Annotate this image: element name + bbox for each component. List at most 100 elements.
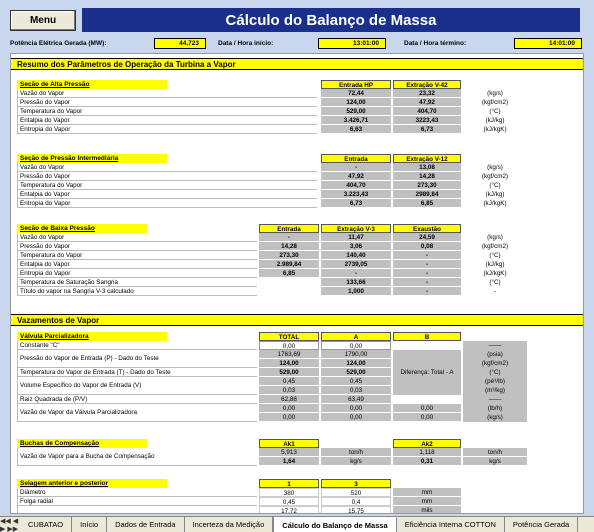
inter-row-unit: (kJ/kgK): [483, 200, 507, 207]
tab-list: CUBATAO Início Dados de Entrada Incerteza d…: [20, 517, 579, 532]
baixa-row-unit: (kg/s): [487, 234, 503, 241]
selagem-col1: 1: [259, 479, 319, 488]
diferenca-note: Diferença: Total - A: [393, 350, 461, 395]
alta-row-v1: 6,63: [321, 125, 391, 134]
constante-unit: ——: [463, 341, 527, 350]
buchas-r1-u1: ton/h: [321, 448, 391, 457]
vazao-r2-b: 0,00: [393, 413, 461, 422]
vazamentos-band: Vazamentos de Vapor: [11, 314, 583, 326]
alta-row-v2: 404,70: [393, 107, 461, 116]
selagem-row-v2[interactable]: 520: [321, 488, 391, 497]
baixa-row-v3: -: [393, 287, 461, 296]
alta-row-unit: (kJ/kgK): [483, 126, 507, 133]
inter-row-v1: 404,70: [321, 181, 391, 190]
volume-r2-total: 0,03: [259, 386, 319, 395]
baixa-row-label: Pressão do Vapor: [17, 242, 257, 251]
tab-1[interactable]: Início: [72, 517, 108, 532]
selagem-row-v2[interactable]: 15,75: [321, 506, 391, 513]
pressao-r2-a: 124,00: [321, 359, 391, 368]
inter-row-label: Entropia do Vapor: [17, 199, 317, 208]
termino-value[interactable]: 14:01:00: [514, 38, 582, 49]
alta-row-v2: 6,73: [393, 125, 461, 134]
potencia-value[interactable]: 44,723: [154, 38, 206, 49]
inter-row-v2: 14,28: [393, 172, 461, 181]
tab-scroll-arrows[interactable]: ◀◀ ◀ ▶ ▶▶: [0, 517, 20, 532]
constante-label: Constante "C": [17, 341, 257, 350]
selagem-row-v1[interactable]: 380: [259, 488, 319, 497]
valvula-col-total: TOTAL: [259, 332, 319, 341]
baixa-row-v1: -: [259, 233, 319, 242]
temp-total: 529,00: [259, 368, 319, 377]
alta-row-label: Pressão do Vapor: [17, 98, 317, 107]
tab-6[interactable]: Potência Gerada: [504, 517, 579, 532]
volume-r1-unit: (pé³/lb): [463, 377, 527, 386]
baixa-row-unit: (kJ/kg): [485, 261, 505, 268]
alta-row-v2: 47,92: [393, 98, 461, 107]
inter-col1: Entrada: [321, 154, 391, 163]
baixa-row-v3: -: [393, 251, 461, 260]
tab-2[interactable]: Dados de Entrada: [107, 517, 185, 532]
alta-row-unit: (kgf/cm2): [481, 99, 509, 106]
page-title: Cálculo do Balanço de Massa: [82, 8, 580, 32]
alta-row-unit: (°C): [489, 108, 501, 115]
alta-row-label: Vazão do Vapor: [17, 89, 317, 98]
vazao-r2-a: 0,00: [321, 413, 391, 422]
baixa-row-v1: 6,85: [259, 269, 319, 278]
buchas-title: Buchas de Compensação: [17, 439, 147, 448]
selagem-row-label: [17, 506, 257, 513]
raiz-label: Raiz Quadrada de (P/V): [17, 395, 257, 404]
baixa-row-v3: -: [393, 269, 461, 278]
selagem-row-label: Folga radial: [17, 497, 257, 506]
inter-row-v1: 6,73: [321, 199, 391, 208]
constante-total[interactable]: 0,00: [259, 341, 319, 350]
inter-row-v2: 273,30: [393, 181, 461, 190]
pressao-r1-unit: (psia): [463, 350, 527, 359]
inter-row-label: Pressão do Vapor: [17, 172, 317, 181]
inter-row-v2: 2989,84: [393, 190, 461, 199]
selagem-row-v2[interactable]: 0,4: [321, 497, 391, 506]
inter-row-label: Entalpia do Vapor: [17, 190, 317, 199]
sheet-tab-bar: ◀◀ ◀ ▶ ▶▶ CUBATAO Início Dados de Entrada I…: [0, 516, 594, 532]
baixa-row-v2: 3,06: [321, 242, 391, 251]
valvula-title: Válvula Parcializadora: [17, 332, 167, 341]
inter-row-label: Vazão do Vapor: [17, 163, 317, 172]
constante-a[interactable]: 0,00: [321, 341, 391, 350]
volume-r1-a: 0,45: [321, 377, 391, 386]
alta-row-label: Temperatura do Vapor: [17, 107, 317, 116]
alta-row-v1: 529,00: [321, 107, 391, 116]
selagem-row-unit: mm: [393, 497, 461, 506]
inter-row-v2: 13,08: [393, 163, 461, 172]
selagem-row-v1[interactable]: 0,45: [259, 497, 319, 506]
alta-row-label: Entalpia do Vapor: [17, 116, 317, 125]
alta-row-unit: (kJ/kg): [485, 117, 505, 124]
menu-button[interactable]: Menu: [10, 10, 76, 31]
baixa-row-v2: 140,40: [321, 251, 391, 260]
buchas-r1-v2: 1,118: [393, 448, 461, 457]
tab-0[interactable]: CUBATAO: [20, 517, 73, 532]
baixa-row-unit: (°C): [489, 279, 501, 286]
tab-4[interactable]: Cálculo do Balanço de Massa: [273, 517, 397, 532]
volume-r2-a: 0,03: [321, 386, 391, 395]
alta-row-v2: 3223,43: [393, 116, 461, 125]
baixa-row-v2: 1,000: [321, 287, 391, 296]
volume-label: Volume Específico do Vapor de Entrada (V…: [17, 377, 257, 395]
vazao-r1-a: 0,00: [321, 404, 391, 413]
tab-5[interactable]: Eficiência Interna COTTON: [396, 517, 505, 532]
selagem-row-v1[interactable]: 17,72: [259, 506, 319, 513]
inicio-value[interactable]: 13:01:00: [318, 38, 386, 49]
temp-label: Temperatura do Vapor de Entrada (T) - Da…: [17, 368, 257, 377]
alta-row-v2: 23,32: [393, 89, 461, 98]
buchas-label: Vazão de Vapor para a Bucha de Compensaç…: [17, 448, 257, 466]
tab-3[interactable]: Incerteza da Medição: [184, 517, 274, 532]
buchas-col2: Ak2: [393, 439, 461, 448]
baixa-row-v1: 2.989,84: [259, 260, 319, 269]
vazao-r2-total: 0,00: [259, 413, 319, 422]
baixa-row-label: Entropia do Vapor: [17, 269, 257, 278]
baixa-row-unit: (°C): [489, 252, 501, 259]
baixa-row-v1: 14,28: [259, 242, 319, 251]
inter-title: Seção de Pressão Intermediária: [17, 154, 167, 163]
alta-row-v1: 72,44: [321, 89, 391, 98]
inter-row-unit: (kJ/kg): [485, 191, 505, 198]
inter-row-unit: (kgf/cm2): [481, 173, 509, 180]
selagem-row-unit: mils: [393, 506, 461, 513]
